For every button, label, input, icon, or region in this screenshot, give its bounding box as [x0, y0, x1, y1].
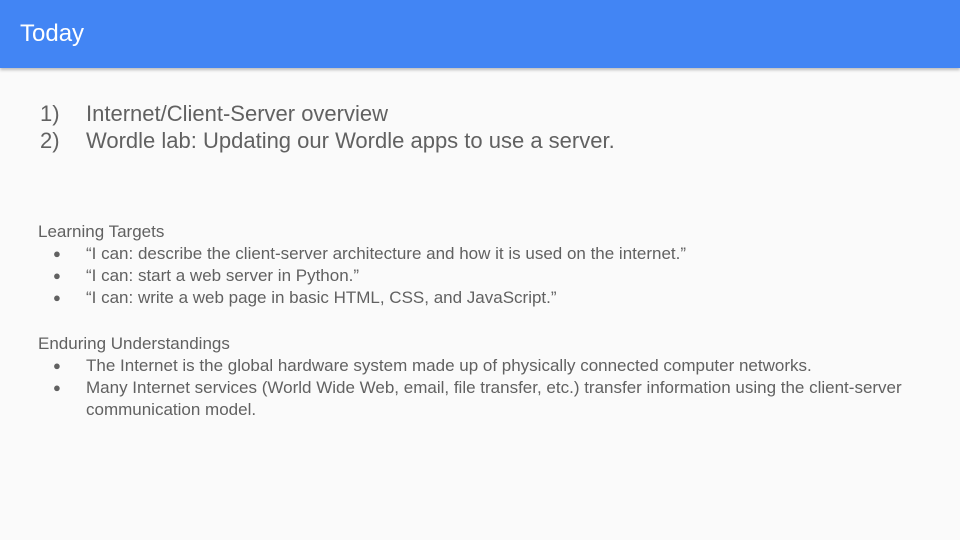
slide-title: Today [20, 20, 85, 47]
agenda-item-text: Internet/Client-Server overview [86, 101, 389, 126]
list-item: ● Many Internet services (World Wide Web… [38, 377, 918, 421]
list-item-text: “I can: describe the client-server archi… [86, 244, 687, 263]
list-item-text: The Internet is the global hardware syst… [86, 356, 812, 375]
list-item-text: “I can: start a web server in Python.” [86, 266, 360, 285]
learning-targets-section: Learning Targets ● “I can: describe the … [38, 221, 918, 309]
bullet-icon: ● [53, 290, 61, 305]
bullet-icon: ● [53, 268, 61, 283]
enduring-understandings-list: ● The Internet is the global hardware sy… [38, 355, 918, 421]
list-item-text: Many Internet services (World Wide Web, … [86, 378, 902, 419]
enduring-understandings-section: Enduring Understandings ● The Internet i… [38, 333, 918, 421]
learning-targets-list: ● “I can: describe the client-server arc… [38, 243, 918, 309]
list-item: ● “I can: start a web server in Python.” [38, 265, 918, 287]
list-item: ● The Internet is the global hardware sy… [38, 355, 918, 377]
agenda-item-number: 1) [40, 101, 60, 126]
agenda-item: 1) Internet/Client-Server overview [40, 100, 615, 127]
bullet-icon: ● [53, 358, 61, 373]
title-bar: Today [0, 0, 960, 68]
agenda-list: 1) Internet/Client-Server overview 2) Wo… [40, 100, 615, 154]
agenda-item-number: 2) [40, 128, 60, 153]
list-item-text: “I can: write a web page in basic HTML, … [86, 288, 557, 307]
agenda-item: 2) Wordle lab: Updating our Wordle apps … [40, 127, 615, 154]
bullet-icon: ● [53, 246, 61, 261]
list-item: ● “I can: describe the client-server arc… [38, 243, 918, 265]
list-item: ● “I can: write a web page in basic HTML… [38, 287, 918, 309]
bullet-icon: ● [53, 380, 61, 395]
agenda-item-text: Wordle lab: Updating our Wordle apps to … [86, 128, 615, 153]
enduring-understandings-heading: Enduring Understandings [38, 334, 230, 353]
learning-targets-heading: Learning Targets [38, 222, 165, 241]
